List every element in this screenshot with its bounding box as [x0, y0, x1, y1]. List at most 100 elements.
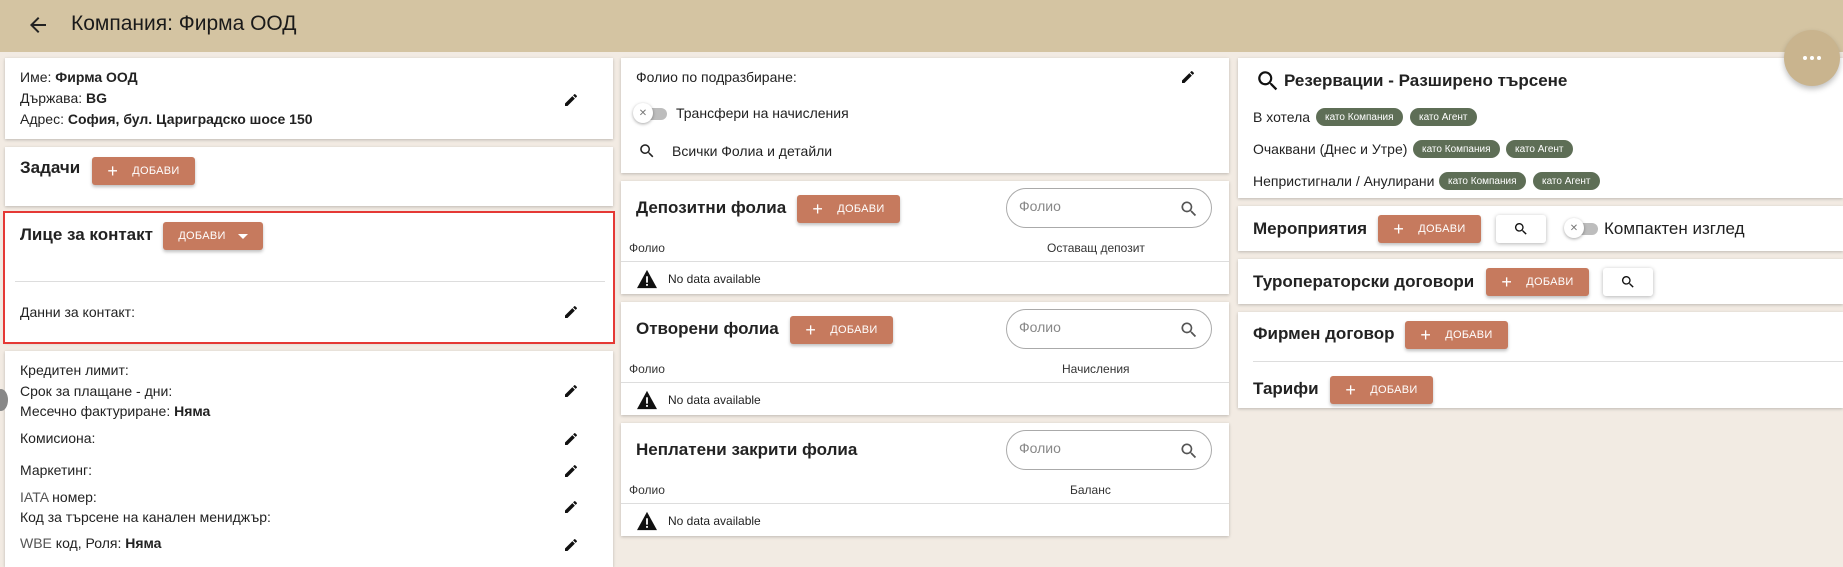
add-event-label: ДОБАВИ [1418, 223, 1466, 235]
search-icon [1181, 201, 1197, 217]
transfer-charges-label: Трансфери на начисления [676, 105, 849, 121]
company-info-card: Име: Фирма ООД Държава: BG Адрес: София,… [5, 58, 613, 139]
folio-settings-card: Фолио по подразбиране: ✕ Трансфери на на… [621, 58, 1229, 173]
warning-icon [637, 511, 657, 531]
add-company-contract-button[interactable]: + ДОБАВИ [1405, 321, 1508, 349]
add-task-button[interactable]: + ДОБАВИ [92, 157, 195, 185]
divider [621, 503, 1229, 504]
in-hotel-label: В хотела [1253, 109, 1311, 125]
no-show-as-agent-chip[interactable]: като Агент [1533, 172, 1600, 190]
commission-label: Комисиона: [20, 430, 96, 446]
edit-marketing-pencil-icon[interactable] [563, 463, 579, 479]
search-tour-contracts-button[interactable] [1603, 268, 1653, 296]
unpaid-folios-card: Неплатени закрити фолиа Фолио Баланс No … [621, 423, 1229, 536]
search-icon [1258, 71, 1278, 91]
arrow-left-icon[interactable] [26, 13, 50, 37]
wbe-prefix: WBE [20, 535, 52, 551]
plus-icon: + [1501, 272, 1513, 292]
empty-row: No data available [636, 390, 761, 410]
deposit-folios-card: Депозитни фолиа + ДОБАВИ Фолио Оставащ де… [621, 181, 1229, 294]
edit-codes-pencil-icon[interactable] [563, 499, 579, 515]
iata-prefix: IATA [20, 489, 49, 505]
column-header-remaining-deposit[interactable]: Оставащ депозит [1047, 241, 1145, 255]
payment-days-label: Срок за плащане - дни: [20, 383, 173, 399]
compact-view-toggle[interactable]: ✕ [1564, 218, 1600, 238]
search-icon [1514, 223, 1527, 235]
channel-manager-label: Код за търсене на канален мениджър: [20, 509, 271, 525]
company-name-label: Име: [20, 69, 52, 85]
plus-icon: + [1420, 325, 1432, 345]
expected-as-company-chip[interactable]: като Компания [1413, 140, 1500, 158]
add-open-label: ДОБАВИ [830, 324, 878, 336]
in-hotel-as-company-chip[interactable]: като Компания [1316, 108, 1403, 126]
search-icon[interactable] [638, 142, 656, 160]
add-deposit-folio-button[interactable]: + ДОБАВИ [797, 195, 900, 223]
edit-billing-pencil-icon[interactable] [563, 383, 579, 399]
plus-icon: + [812, 199, 824, 219]
warning-icon [637, 269, 657, 289]
column-header-folio[interactable]: Фолио [629, 241, 665, 255]
column-header-balance[interactable]: Баланс [1070, 483, 1111, 497]
credit-limit-label: Кредитен лимит: [20, 362, 129, 378]
add-tariff-button[interactable]: + ДОБАВИ [1330, 376, 1433, 404]
edit-company-pencil-icon[interactable] [563, 92, 579, 108]
top-app-bar: Компания: Фирма ООД [0, 0, 1843, 52]
add-company-contract-label: ДОБАВИ [1445, 329, 1493, 341]
page-title: Компания: Фирма ООД [71, 12, 297, 35]
unpaid-folio-search-input[interactable] [1019, 440, 1169, 456]
add-deposit-label: ДОБАВИ [837, 203, 885, 215]
no-show-as-company-chip[interactable]: като Компания [1439, 172, 1526, 190]
deposit-folio-search[interactable] [1006, 188, 1212, 228]
events-title: Мероприятия [1253, 219, 1368, 238]
plus-icon: + [1393, 219, 1405, 239]
more-options-button[interactable] [1784, 30, 1840, 86]
open-folio-search[interactable] [1006, 309, 1212, 349]
add-open-folio-button[interactable]: + ДОБАВИ [790, 316, 893, 344]
edit-default-folio-pencil-icon[interactable] [1180, 69, 1196, 85]
more-dot [1817, 56, 1821, 60]
expected-label: Очаквани (Днес и Утре) [1253, 141, 1408, 157]
plus-icon: + [1345, 380, 1357, 400]
open-folios-title: Отворени фолиа [636, 319, 779, 338]
column-header-folio[interactable]: Фолио [629, 362, 665, 376]
monthly-invoicing-label: Месечно фактуриране: [20, 403, 171, 419]
all-folios-link[interactable]: Всички Фолиа и детайли [672, 143, 832, 159]
empty-row: No data available [636, 269, 761, 289]
empty-text: No data available [668, 514, 761, 528]
transfer-charges-toggle[interactable]: ✕ [633, 103, 669, 123]
events-card: Мероприятия + ДОБАВИ ✕ Компактен изглед [1238, 206, 1843, 251]
unpaid-folio-search[interactable] [1006, 430, 1212, 470]
company-contract-title: Фирмен договор [1253, 324, 1395, 343]
column-header-charges[interactable]: Начисления [1062, 362, 1130, 376]
edit-commission-pencil-icon[interactable] [563, 431, 579, 447]
billing-card: Кредитен лимит: Срок за плащане - дни: М… [5, 351, 613, 567]
warning-icon [637, 390, 657, 410]
deposit-folio-search-input[interactable] [1019, 198, 1169, 214]
in-hotel-as-agent-chip[interactable]: като Агент [1410, 108, 1477, 126]
divider [621, 382, 1229, 383]
tasks-title: Задачи [20, 158, 81, 177]
deposit-folios-title: Депозитни фолиа [636, 198, 787, 217]
tour-contracts-card: Туроператорски договори + ДОБАВИ [1238, 259, 1843, 304]
company-contract-card: Фирмен договор + ДОБАВИ Тарифи + ДОБАВИ [1238, 312, 1843, 408]
no-show-cancelled-label: Непристигнали / Анулирани [1253, 173, 1435, 189]
edit-wbe-pencil-icon[interactable] [563, 537, 579, 553]
close-icon: ✕ [633, 103, 653, 123]
search-icon [1181, 322, 1197, 338]
monthly-invoicing-row: Месечно фактуриране: Няма [20, 403, 210, 419]
reservations-card: Резервации - Разширено търсене В хотела … [1238, 58, 1843, 198]
plus-icon: + [805, 320, 817, 340]
expected-as-agent-chip[interactable]: като Агент [1506, 140, 1573, 158]
wbe-suffix: код, Роля: [55, 535, 122, 551]
reservations-title: Резервации - Разширено търсене [1284, 71, 1568, 90]
more-dot [1810, 56, 1814, 60]
add-event-button[interactable]: + ДОБАВИ [1378, 215, 1481, 243]
search-events-button[interactable] [1496, 215, 1546, 243]
company-name-value: Фирма ООД [55, 69, 138, 85]
more-horizontal-icon [1803, 56, 1807, 60]
add-tour-contract-button[interactable]: + ДОБАВИ [1486, 268, 1589, 296]
company-address-value: София, бул. Цариградско шосе 150 [67, 111, 313, 127]
tasks-card: Задачи + ДОБАВИ [5, 147, 613, 206]
open-folio-search-input[interactable] [1019, 319, 1169, 335]
column-header-folio[interactable]: Фолио [629, 483, 665, 497]
